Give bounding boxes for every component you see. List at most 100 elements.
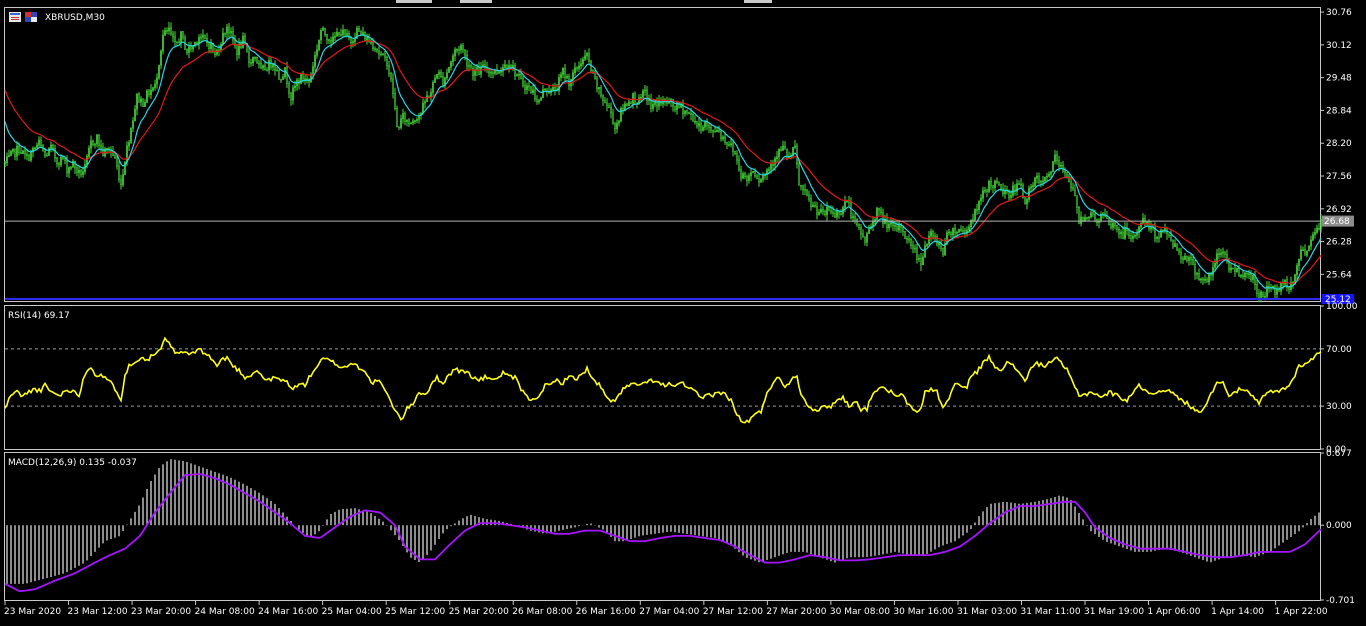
candle-body (582, 58, 584, 65)
candle-body (916, 247, 918, 260)
candle-body (118, 165, 120, 181)
candle-body (1072, 187, 1074, 191)
candle-body (1056, 154, 1058, 162)
candle-body (1220, 252, 1222, 255)
price-axis[interactable]: 30.76 30.12 29.48 28.84 28.20 27.56 26.92 26.28… (1320, 8, 1352, 280)
candle-body (1004, 190, 1006, 195)
candle-body (978, 200, 980, 210)
candle-body (520, 74, 522, 79)
candle-body (630, 101, 632, 104)
candle-body (56, 157, 58, 164)
candle-body (960, 228, 962, 231)
time-axis[interactable]: 23 Mar 2020 23 Mar 12:00 23 Mar 20:00 24 Ma… (4, 601, 1328, 617)
candle-body (532, 89, 534, 93)
candle-body (66, 160, 68, 174)
candle-body (1080, 216, 1082, 224)
candle-body (1244, 272, 1246, 278)
candle-body (1218, 253, 1220, 256)
price-tick-label: 27.56 (1326, 172, 1352, 182)
candle-body (850, 202, 852, 218)
candle-body (522, 78, 524, 86)
candle-body (1306, 250, 1308, 256)
candle-body (452, 55, 454, 62)
candle-body (716, 129, 718, 133)
time-tick-label: 31 Mar 03:00 (957, 607, 1017, 617)
candle-body (620, 107, 622, 122)
candle-body (580, 63, 582, 67)
candle-body (1250, 273, 1252, 280)
candle-body (382, 53, 384, 56)
candle-body (814, 204, 816, 207)
candle-body (976, 209, 978, 211)
candle-body (478, 67, 480, 75)
candle-body (174, 36, 176, 42)
candle-body (320, 30, 322, 41)
candle-body (806, 189, 808, 196)
candle-body (392, 78, 394, 94)
candle-body (1310, 239, 1312, 247)
candle-body (772, 164, 774, 166)
candle-body (782, 145, 784, 151)
candle-body (1048, 173, 1050, 177)
macd-axis[interactable]: 0.677 0.000 -0.701 (1320, 449, 1355, 606)
candle-body (126, 145, 128, 163)
candle-body (990, 181, 992, 187)
candle-body (890, 222, 892, 225)
candle-body (1156, 236, 1158, 239)
candle-body (312, 66, 314, 75)
candle-body (794, 145, 796, 148)
candle-body (78, 169, 80, 173)
macd-histogram[interactable] (6, 459, 1320, 584)
candle-body (642, 90, 644, 98)
candle-body (1094, 214, 1096, 220)
candle-body (284, 67, 286, 78)
time-tick-label: 31 Mar 11:00 (1020, 607, 1080, 617)
candle-body (1148, 221, 1150, 230)
candle-body (1208, 273, 1210, 283)
rsi-axis[interactable]: 100.0070.0030.000.00 (1320, 302, 1358, 455)
candle-body (376, 48, 378, 52)
candle-body (876, 207, 878, 220)
candle-body (1018, 183, 1020, 186)
candle-body (674, 105, 676, 111)
candle-body (188, 46, 190, 53)
rsi-line[interactable] (4, 336, 1322, 424)
candle-body (272, 63, 274, 68)
candle-body (612, 112, 614, 125)
candle-body (718, 129, 720, 132)
candle-body (1066, 172, 1068, 177)
candle-body (534, 89, 536, 100)
candle-body (744, 173, 746, 177)
candle-body (1068, 175, 1070, 183)
candle-body (424, 101, 426, 104)
candle-body (156, 77, 158, 85)
candle-body (554, 87, 556, 91)
candle-body (426, 95, 428, 103)
candle-body (1168, 233, 1170, 236)
candle-body (510, 65, 512, 68)
candle-body (608, 105, 610, 108)
candle-body (466, 54, 468, 66)
candle-body (236, 45, 238, 55)
candle-body (1170, 235, 1172, 241)
candle-body (780, 149, 782, 151)
candle-body (724, 136, 726, 143)
candle-body (448, 66, 450, 73)
time-tick-label: 26 Mar 08:00 (512, 607, 572, 617)
candle-body (46, 154, 48, 157)
candle-body (858, 224, 860, 229)
candle-body (460, 45, 462, 51)
price-plot[interactable] (4, 21, 1322, 303)
time-tick-label: 25 Mar 12:00 (385, 607, 445, 617)
candle-body (458, 49, 460, 51)
candle-body (1046, 175, 1048, 178)
trading-chart[interactable]: XBRUSD,M30 30.76 30.12 29.48 28.84 28.20 27.5… (0, 0, 1366, 626)
candle-body (302, 74, 304, 79)
candle-body (316, 49, 318, 56)
candle-body (1132, 236, 1134, 239)
candle-body (1064, 170, 1066, 173)
candle-body (688, 111, 690, 114)
candle-body (338, 31, 340, 35)
candle-body (920, 258, 922, 266)
candle-body (720, 130, 722, 140)
